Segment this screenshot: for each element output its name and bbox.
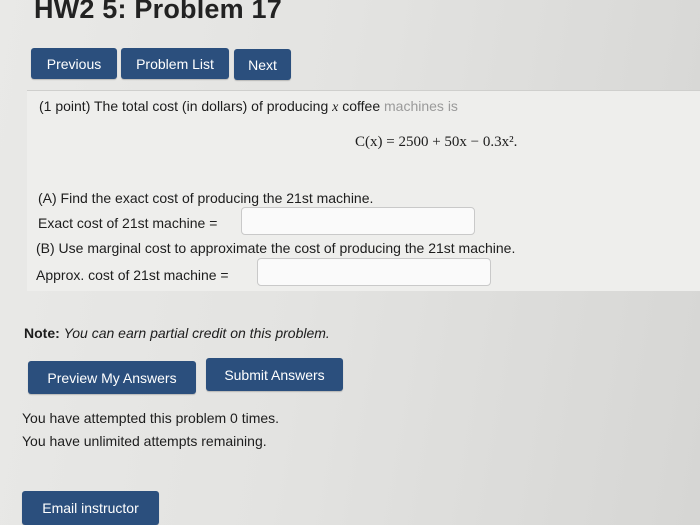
- note-text: You can earn partial credit on this prob…: [63, 325, 330, 341]
- problem-points: (1 point): [39, 98, 91, 114]
- remaining-text: You have unlimited attempts remaining.: [22, 433, 267, 449]
- part-b-label: Approx. cost of 21st machine =: [36, 267, 229, 283]
- problem-intro-faded: machines is: [384, 98, 458, 114]
- email-instructor-button[interactable]: Email instructor: [22, 491, 159, 525]
- next-button[interactable]: Next: [234, 49, 291, 80]
- page-title: HW2 5: Problem 17: [34, 0, 282, 24]
- partial-credit-note: Note: You can earn partial credit on thi…: [24, 325, 330, 341]
- problem-variable: x: [332, 100, 339, 115]
- part-a-label: Exact cost of 21st machine =: [38, 215, 218, 231]
- problem-list-button[interactable]: Problem List: [121, 48, 229, 79]
- problem-intro-tail: coffee: [342, 98, 381, 114]
- submit-answers-button[interactable]: Submit Answers: [206, 358, 343, 391]
- part-a-question: (A) Find the exact cost of producing the…: [38, 190, 374, 206]
- problem-intro: (1 point) The total cost (in dollars) of…: [39, 98, 458, 116]
- previous-button[interactable]: Previous: [31, 48, 117, 79]
- approx-cost-input[interactable]: [257, 258, 491, 286]
- problem-intro-text: The total cost (in dollars) of producing: [94, 98, 329, 114]
- preview-answers-button[interactable]: Preview My Answers: [28, 361, 196, 394]
- cost-formula: C(x) = 2500 + 50x − 0.3x².: [355, 134, 518, 150]
- note-label: Note:: [24, 325, 60, 341]
- part-b-question: (B) Use marginal cost to approximate the…: [36, 240, 516, 256]
- exact-cost-input[interactable]: [241, 207, 475, 235]
- attempts-text: You have attempted this problem 0 times.: [22, 410, 280, 426]
